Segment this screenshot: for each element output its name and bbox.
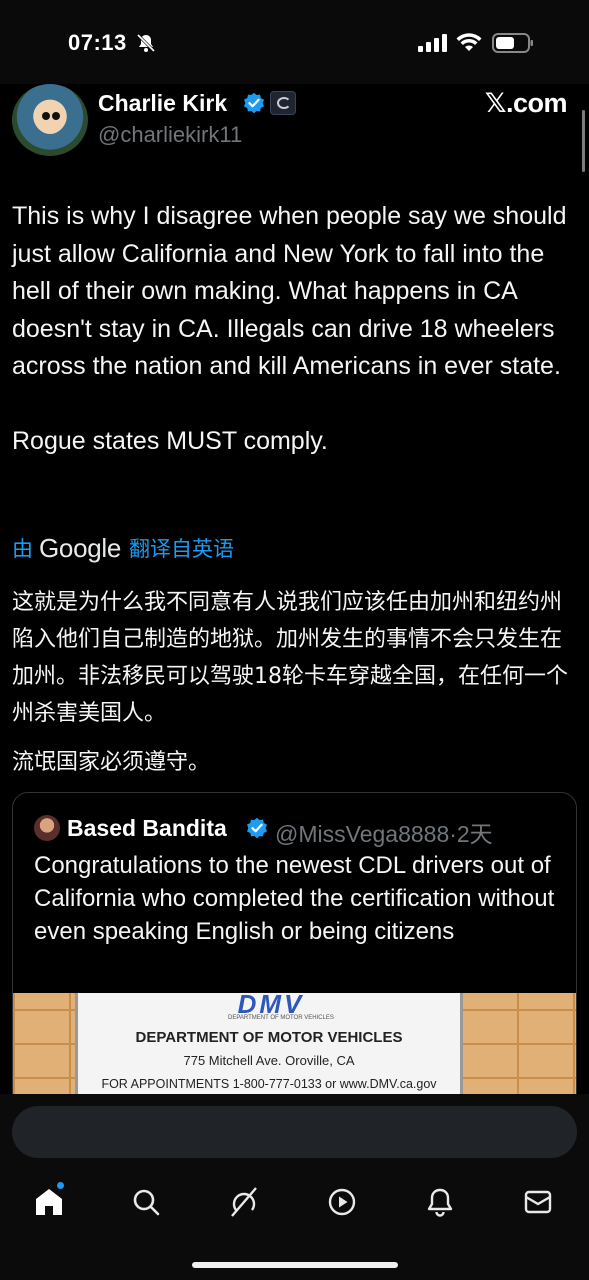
- battery-icon: [492, 33, 533, 53]
- quoted-author-avatar[interactable]: [34, 815, 60, 841]
- grok-icon[interactable]: [228, 1186, 260, 1218]
- quoted-tweet-card[interactable]: Based Bandita @MissVega8888·2天 Congratul…: [12, 792, 577, 1112]
- translation-attribution[interactable]: 由 Google 翻译自英语: [12, 532, 234, 564]
- avatar-eye: [52, 112, 60, 120]
- google-logo: Google: [39, 532, 122, 563]
- home-indicator[interactable]: [192, 1262, 398, 1268]
- quoted-author-name[interactable]: Based Bandita: [67, 815, 227, 842]
- author-avatar[interactable]: [12, 84, 88, 156]
- signal-icon: [418, 34, 447, 52]
- verified-badge-icon: [247, 817, 267, 839]
- search-icon[interactable]: [130, 1186, 162, 1218]
- author-handle[interactable]: @charliekirk11: [98, 122, 242, 148]
- messages-icon[interactable]: [522, 1186, 554, 1218]
- tweet-text: This is why I disagree when people say w…: [12, 202, 567, 455]
- notifications-icon[interactable]: [424, 1186, 456, 1218]
- status-bar: 07:13: [0, 0, 589, 84]
- scroll-indicator: [582, 110, 585, 172]
- avatar-face: [34, 100, 66, 134]
- translated-paragraph: 这就是为什么我不同意有人说我们应该任由加州和纽约州陷入他们自己制造的地狱。加州发…: [12, 590, 568, 726]
- wifi-icon: [456, 33, 482, 51]
- home-icon[interactable]: [33, 1182, 65, 1218]
- dmv-phone: FOR APPOINTMENTS 1-800-777-0133 or www.D…: [101, 1077, 437, 1091]
- bottom-navigation: [0, 1176, 589, 1228]
- translation-prefix: 由: [12, 538, 33, 561]
- dmv-address: 775 Mitchell Ave. Oroville, CA: [183, 1053, 355, 1068]
- dmv-logo-subtitle: DEPARTMENT OF MOTOR VEHICLES: [228, 1015, 334, 1021]
- avatar-eye: [42, 112, 50, 120]
- translation-source-label: 翻译自英语: [129, 538, 235, 561]
- dmv-logo: DMV: [237, 993, 305, 1019]
- reply-input[interactable]: [12, 1106, 577, 1158]
- video-icon[interactable]: [326, 1186, 358, 1218]
- notification-dot: [57, 1182, 64, 1189]
- translated-text: 这就是为什么我不同意有人说我们应该任由加州和纽约州陷入他们自己制造的地狱。加州发…: [12, 584, 577, 793]
- quoted-tweet-text: Congratulations to the newest CDL driver…: [34, 852, 555, 945]
- bell-slash-icon: [136, 33, 156, 53]
- verified-badge-icon: [244, 92, 264, 114]
- quoted-handle-timestamp[interactable]: @MissVega8888·2天: [275, 815, 493, 849]
- author-display-name[interactable]: Charlie Kirk: [98, 90, 227, 117]
- x-com-logo: 𝕏.com: [484, 88, 568, 118]
- status-time: 07:13: [68, 30, 127, 55]
- dmv-department-name: DEPARTMENT OF MOTOR VEHICLES: [135, 1029, 403, 1046]
- affiliate-badge-icon[interactable]: [270, 91, 296, 115]
- translated-paragraph: 流氓国家必须遵守。: [12, 750, 211, 775]
